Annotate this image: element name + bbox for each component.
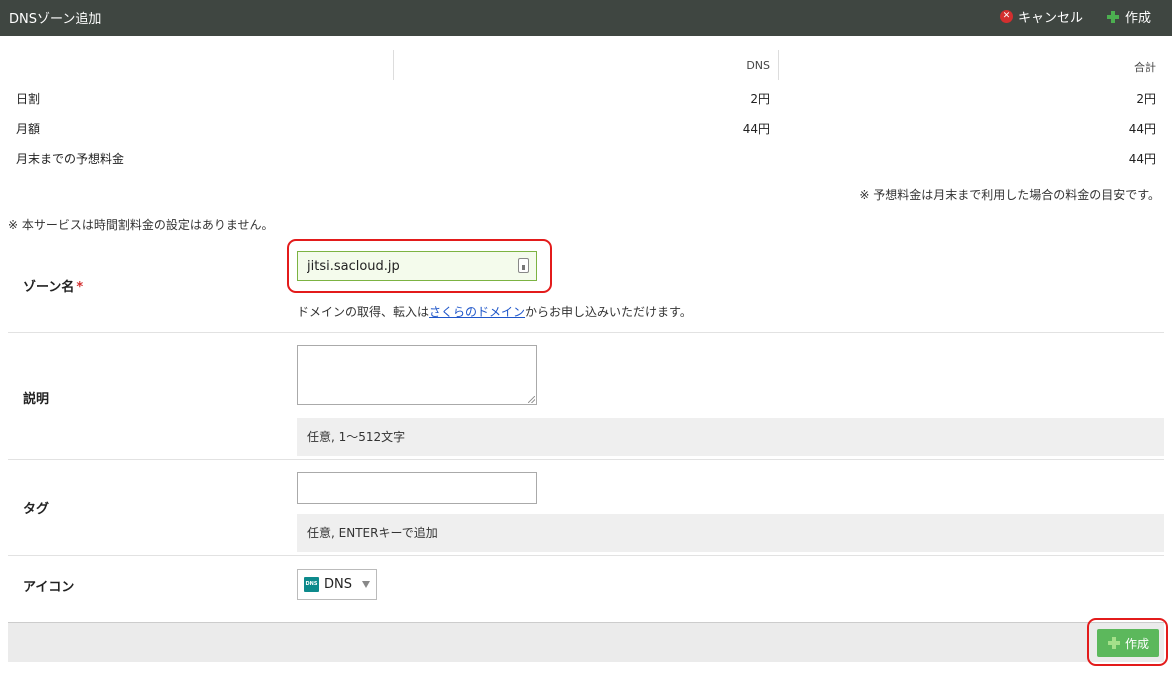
monthly-total-price: 44円	[1128, 122, 1156, 136]
monthly-dns-price: 44円	[742, 122, 770, 136]
daily-total-price: 2円	[1136, 92, 1156, 106]
tag-input[interactable]	[297, 472, 537, 504]
row-label-daily: 日割	[16, 92, 41, 106]
description-textarea[interactable]	[297, 345, 537, 405]
column-header-dns: DNS	[746, 59, 770, 72]
header-create-button[interactable]: 作成	[1106, 7, 1151, 26]
row-label-monthly: 月額	[16, 122, 41, 136]
row-divider	[8, 459, 1164, 460]
domain-help-prefix: ドメインの取得、転入は	[297, 305, 430, 319]
cancel-icon: ✕	[1000, 10, 1013, 23]
description-hint: 任意, 1〜512文字	[297, 418, 1164, 456]
zone-name-label-text: ゾーン名	[23, 280, 75, 295]
form-footer	[8, 622, 1164, 662]
daily-dns-price: 2円	[750, 92, 770, 106]
domain-help-text: ドメインの取得、転入はさくらのドメインからお申し込みいただけます。	[297, 303, 692, 320]
icon-select-value: DNS	[324, 577, 352, 592]
page-title: DNSゾーン追加	[9, 12, 102, 27]
hourly-note: ※ 本サービスは時間割料金の設定はありません。	[8, 218, 274, 232]
cancel-label: キャンセル	[1018, 11, 1084, 26]
tag-label: タグ	[23, 502, 50, 517]
chevron-down-icon	[362, 581, 370, 588]
dns-icon: DNS	[304, 577, 319, 592]
zone-input-highlight	[287, 239, 552, 293]
plus-icon	[1106, 10, 1120, 24]
domain-help-suffix: からお申し込みいただけます。	[525, 305, 692, 319]
zone-name-label: ゾーン名 *	[23, 276, 83, 295]
description-label: 説明	[23, 392, 50, 407]
row-divider	[8, 555, 1164, 556]
icon-select[interactable]: DNS DNS	[297, 569, 377, 600]
column-divider	[393, 50, 394, 80]
estimate-total-price: 44円	[1128, 152, 1156, 166]
icon-label: アイコン	[23, 580, 75, 595]
column-header-total: 合計	[1134, 61, 1156, 74]
column-divider	[778, 50, 779, 80]
header-create-label: 作成	[1125, 11, 1152, 26]
sakura-domain-link[interactable]: さくらのドメイン	[429, 305, 525, 319]
cancel-button[interactable]: ✕ キャンセル	[1000, 7, 1083, 26]
tag-hint: 任意, ENTERキーで追加	[297, 514, 1164, 552]
estimate-note: ※ 予想料金は月末まで利用した場合の料金の目安です。	[859, 188, 1160, 202]
title-bar: DNSゾーン追加 ✕ キャンセル 作成	[0, 0, 1172, 36]
required-mark: *	[76, 280, 84, 295]
create-button-highlight	[1087, 618, 1168, 666]
row-label-estimate: 月末までの予想料金	[16, 152, 125, 166]
row-divider	[8, 332, 1164, 333]
